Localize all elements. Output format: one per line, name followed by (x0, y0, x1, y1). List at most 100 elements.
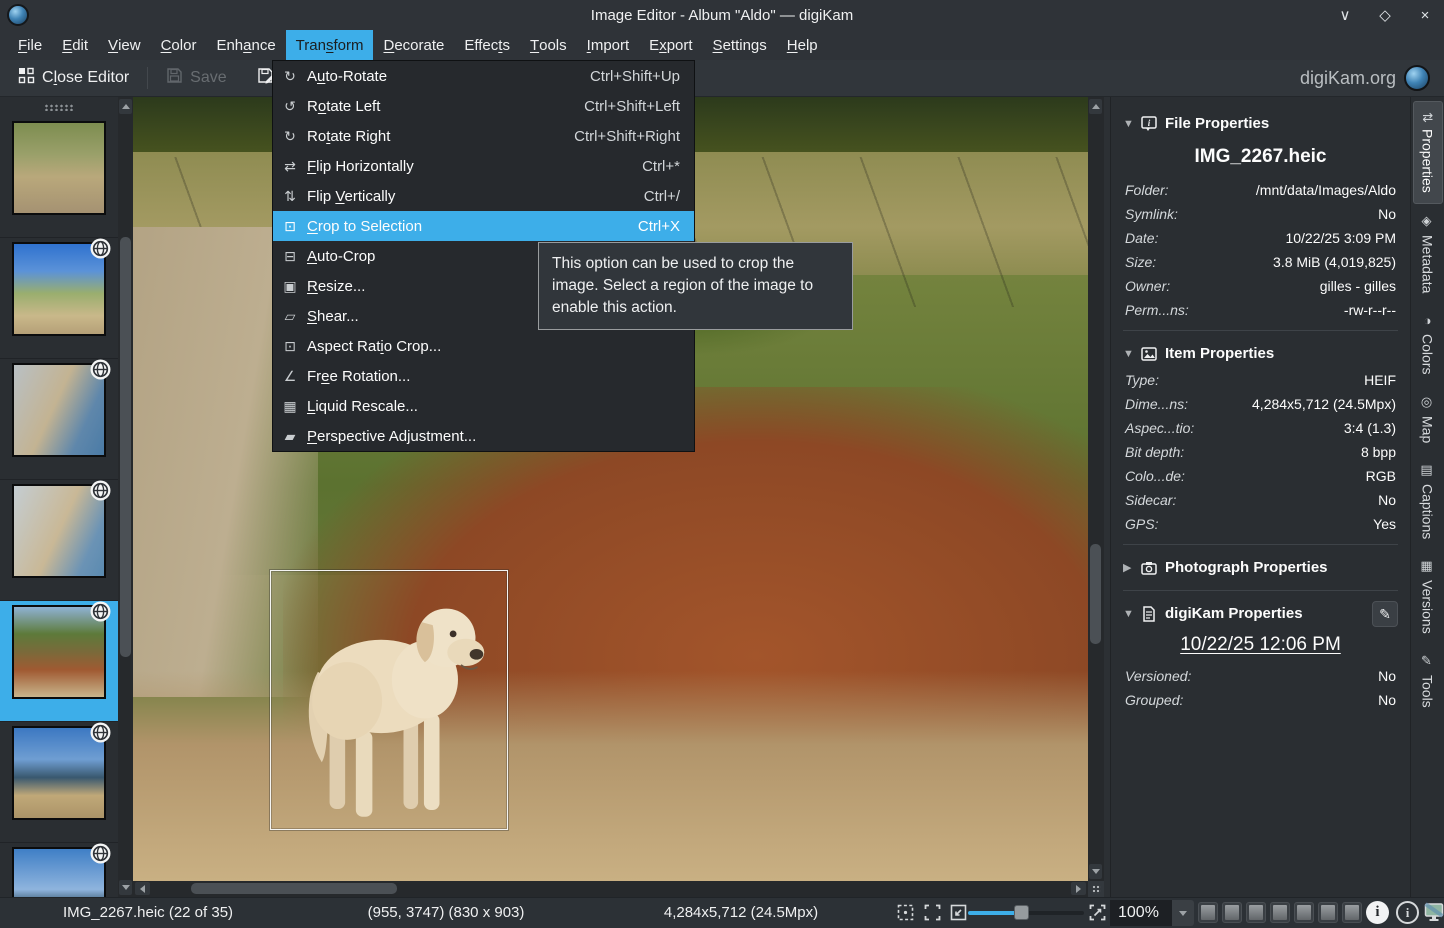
color-managed-view-button[interactable] (1424, 902, 1444, 923)
menu-help[interactable]: Help (777, 30, 828, 60)
preview-mode-button[interactable] (1342, 902, 1362, 923)
tab-colors[interactable]: ◑ Colors (1413, 303, 1443, 384)
menu-view[interactable]: View (98, 30, 151, 60)
close-editor-button[interactable]: Close Editor (10, 63, 137, 93)
property-row: Perm...ns:-rw-r--r-- (1123, 298, 1398, 322)
menu-effects[interactable]: Effects (454, 30, 520, 60)
property-row: Aspec...tio:3:4 (1.3) (1123, 416, 1398, 440)
property-row: Sidecar:No (1123, 488, 1398, 512)
canvas-vertical-scrollbar[interactable] (1088, 97, 1104, 881)
close-icon[interactable]: × (1416, 7, 1434, 24)
titlebar[interactable]: Image Editor - Album "Aldo" — digiKam ∨ … (0, 0, 1444, 30)
menu-item-rotate-left[interactable]: ↺ Rotate Left Ctrl+Shift+Left (273, 91, 694, 121)
property-label: Colo...de: (1125, 466, 1185, 486)
save-icon (166, 67, 183, 89)
menu-import[interactable]: Import (577, 30, 640, 60)
menu-settings[interactable]: Settings (703, 30, 777, 60)
canvas-horizontal-scrollbar[interactable] (133, 881, 1088, 897)
preview-mode-button[interactable] (1246, 902, 1266, 923)
menu-enhance[interactable]: Enhance (206, 30, 285, 60)
preview-mode-button[interactable] (1270, 902, 1290, 923)
crop-icon: ⊡ (273, 218, 307, 235)
menu-export[interactable]: Export (639, 30, 702, 60)
zoom-to-selection-icon[interactable] (896, 903, 915, 922)
preview-mode-button[interactable] (1318, 902, 1338, 923)
property-value: 8 bpp (1184, 442, 1396, 462)
menu-item-auto-rotate[interactable]: ↻ Auto-Rotate Ctrl+Shift+Up (273, 61, 694, 91)
menu-color[interactable]: Color (151, 30, 207, 60)
preview-mode-button[interactable] (1222, 902, 1242, 923)
menu-item-flip-horizontally[interactable]: ⇄ Flip Horizontally Ctrl+* (273, 151, 694, 181)
thumbbar-scrollbar-thumb[interactable] (120, 237, 131, 657)
save-button[interactable]: Save (158, 63, 234, 93)
property-value: gilles - gilles (1170, 276, 1396, 296)
thumbnail-dog-beach[interactable] (0, 722, 118, 843)
digikam-properties-header[interactable]: ▼ digiKam Properties ✎ (1123, 599, 1398, 628)
thumbnail-dog-sky[interactable] (0, 238, 118, 359)
menu-transform[interactable]: Transform (286, 30, 374, 60)
digikam-date-link[interactable]: 10/22/25 12:06 PM (1123, 634, 1398, 656)
property-row: Dime...ns:4,284x5,712 (24.5Mpx) (1123, 392, 1398, 416)
scroll-up-icon[interactable] (1089, 99, 1102, 114)
zoom-slider[interactable] (968, 911, 1084, 915)
thumbbar-scrollbar[interactable] (118, 97, 133, 897)
scroll-down-icon[interactable] (1089, 864, 1102, 879)
menu-item-label: Liquid Rescale... (307, 398, 680, 415)
menu-item-crop-to-selection[interactable]: ⊡ Crop to Selection Ctrl+X (273, 211, 694, 241)
photo-dog (279, 579, 493, 823)
menu-item-liquid-rescale[interactable]: ▦ Liquid Rescale... (273, 391, 694, 421)
status-filename: IMG_2267.heic (22 of 35) (0, 904, 296, 921)
thumbnail-dog-canal[interactable] (0, 359, 118, 480)
edit-properties-button[interactable]: ✎ (1372, 601, 1398, 627)
maximize-icon[interactable]: ◇ (1376, 6, 1394, 24)
pan-tool-button[interactable] (1088, 881, 1104, 897)
zoom-full-icon[interactable] (1088, 903, 1107, 922)
menu-file[interactable]: File (8, 30, 52, 60)
menu-item-perspective-adjustment[interactable]: ▰ Perspective Adjustment... (273, 421, 694, 451)
collapse-caret-icon: ▼ (1123, 608, 1133, 620)
scroll-left-icon[interactable] (135, 882, 150, 895)
zoom-slider-handle[interactable] (1014, 905, 1029, 920)
menu-decorate[interactable]: Decorate (373, 30, 454, 60)
canvas-vscroll-thumb[interactable] (1090, 544, 1101, 644)
thumbnail-current[interactable] (0, 601, 118, 722)
info-outline-button[interactable]: i (1396, 901, 1419, 924)
info-filled-button[interactable]: i (1366, 901, 1389, 924)
zoom-dropdown-button[interactable] (1172, 900, 1194, 926)
fit-to-window-icon[interactable] (923, 903, 942, 922)
menu-item-flip-vertically[interactable]: ⇅ Flip Vertically Ctrl+/ (273, 181, 694, 211)
tab-versions[interactable]: ▦ Versions (1413, 549, 1443, 644)
versions-icon: ▦ (1420, 559, 1435, 574)
menu-item-free-rotation[interactable]: ∠ Free Rotation... (273, 361, 694, 391)
tab-properties[interactable]: ⇅ Properties (1413, 101, 1443, 204)
preview-mode-button[interactable] (1294, 902, 1314, 923)
thumbnail-dog-canal-2[interactable] (0, 480, 118, 601)
fit-to-selection-icon[interactable] (949, 903, 968, 922)
scroll-up-icon[interactable] (119, 99, 132, 114)
scroll-right-icon[interactable] (1071, 882, 1086, 895)
tab-map[interactable]: ◎ Map (1413, 385, 1443, 453)
photograph-properties-header[interactable]: ▶ Photograph Properties (1123, 553, 1398, 582)
menu-edit[interactable]: Edit (52, 30, 98, 60)
scroll-down-icon[interactable] (119, 880, 132, 895)
item-properties-header[interactable]: ▼ Item Properties (1123, 339, 1398, 368)
menu-item-aspect-ratio-crop[interactable]: ⊡ Aspect Ratio Crop... (273, 331, 694, 361)
menubar: File Edit View Color Enhance Transform D… (0, 30, 1444, 60)
section-divider (1123, 544, 1398, 545)
gps-badge-icon (90, 238, 111, 259)
thumbbar-grip[interactable] (0, 97, 118, 117)
tab-captions[interactable]: ▤ Captions (1413, 453, 1443, 549)
tab-tools[interactable]: ✎ Tools (1413, 644, 1443, 718)
minimize-icon[interactable]: ∨ (1336, 6, 1354, 24)
canvas-hscroll-thumb[interactable] (191, 883, 397, 894)
selection-rectangle[interactable] (270, 570, 508, 830)
thumbnail-dog-sitting[interactable] (0, 117, 118, 238)
tab-metadata[interactable]: ◈ Metadata (1413, 204, 1443, 303)
file-properties-header[interactable]: ▼ i File Properties (1123, 109, 1398, 138)
zoom-value-field[interactable]: 100% (1110, 900, 1172, 926)
property-label: Owner: (1125, 276, 1170, 296)
preview-mode-button[interactable] (1198, 902, 1218, 923)
thumbnail-dog-beach-2[interactable] (0, 843, 118, 897)
menu-tools[interactable]: Tools (520, 30, 577, 60)
menu-item-rotate-right[interactable]: ↻ Rotate Right Ctrl+Shift+Right (273, 121, 694, 151)
